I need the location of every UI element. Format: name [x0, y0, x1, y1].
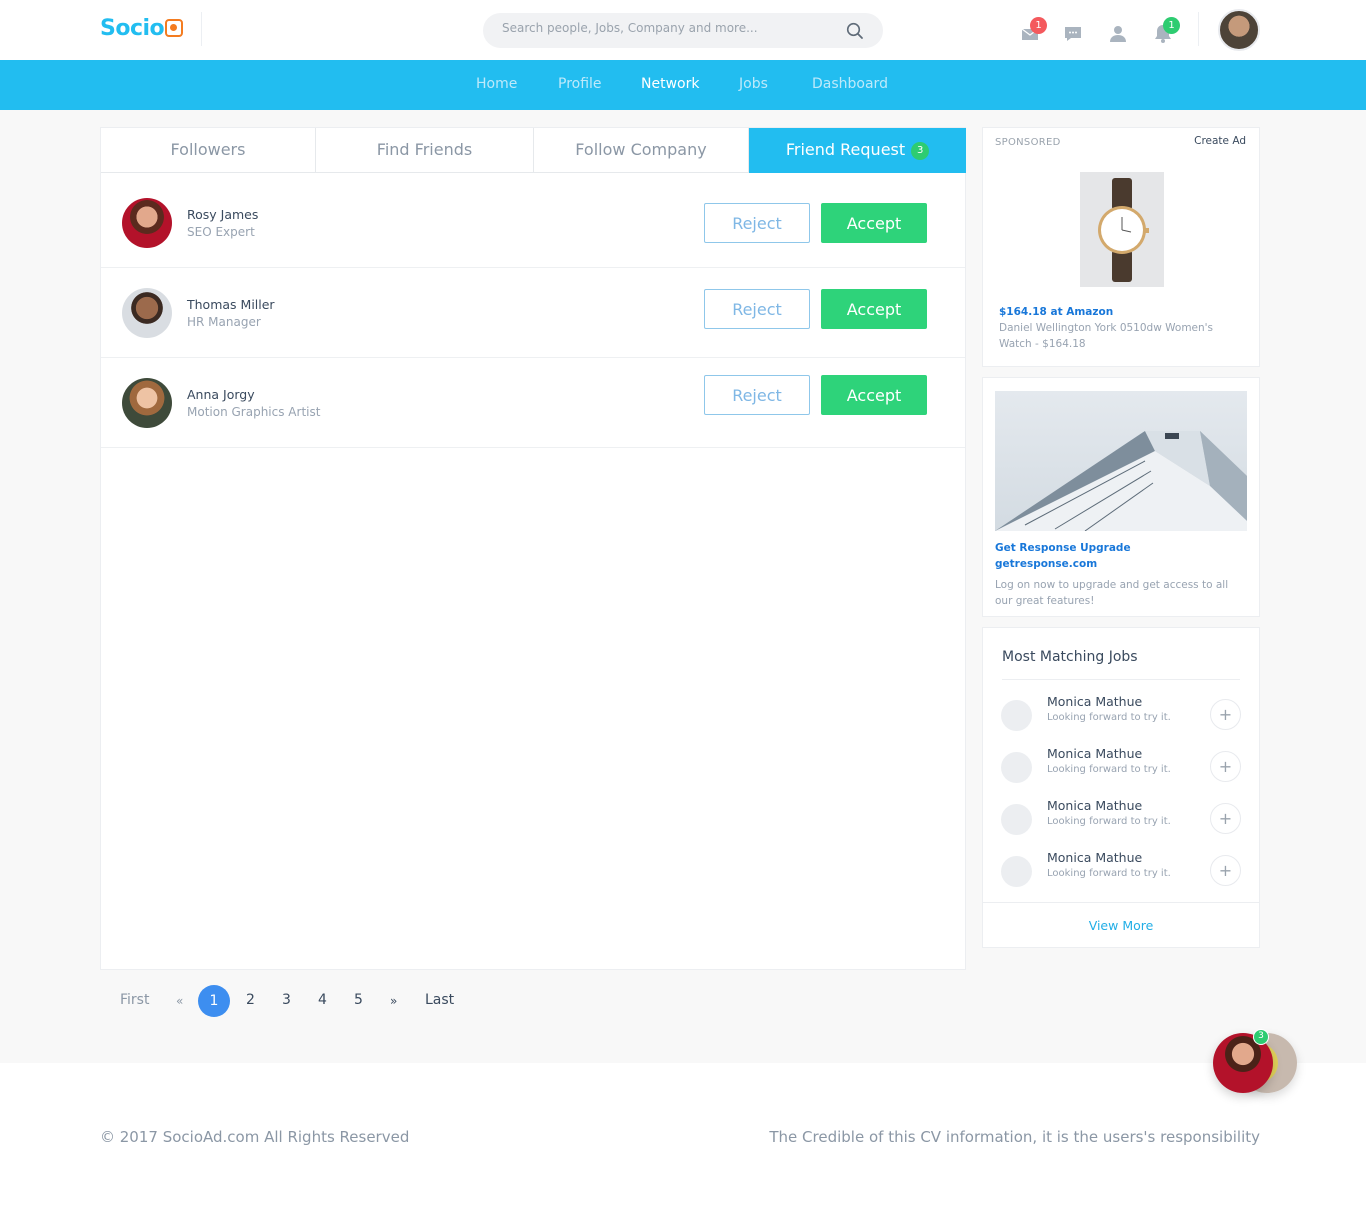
nav-profile[interactable]: Profile [558, 76, 602, 92]
avatar [1001, 804, 1032, 835]
friend-request-row: Rosy James SEO Expert Reject Accept [101, 178, 965, 268]
jobs-title: Most Matching Jobs [1002, 649, 1138, 665]
page-1[interactable]: 1 [198, 985, 230, 1017]
logo[interactable]: Socio [100, 16, 184, 41]
friend-request-row: Anna Jorgy Motion Graphics Artist Reject… [101, 358, 965, 448]
add-job-button[interactable]: + [1210, 855, 1241, 886]
nav-dashboard[interactable]: Dashboard [812, 76, 888, 92]
job-name: Monica Mathue [1047, 798, 1143, 813]
avatar [1001, 700, 1032, 731]
page-5[interactable]: 5 [354, 992, 363, 1008]
profile-icon[interactable] [1107, 22, 1129, 44]
job-item[interactable]: Monica Mathue Looking forward to try it.… [983, 694, 1259, 752]
avatar [122, 198, 172, 248]
notifications-icon[interactable]: 1 [1152, 17, 1180, 44]
reject-button[interactable]: Reject [704, 375, 810, 415]
divider [983, 902, 1259, 903]
divider [1198, 12, 1199, 46]
page-next[interactable]: » [390, 994, 397, 1008]
building-image[interactable] [995, 391, 1247, 531]
requester-name: Thomas Miller [187, 297, 275, 312]
sponsored-label: SPONSORED [995, 137, 1061, 148]
requester-role: HR Manager [187, 315, 261, 329]
page-3[interactable]: 3 [282, 992, 291, 1008]
job-item[interactable]: Monica Mathue Looking forward to try it.… [983, 798, 1259, 856]
requester-role: Motion Graphics Artist [187, 405, 321, 419]
job-name: Monica Mathue [1047, 850, 1143, 865]
nav-jobs[interactable]: Jobs [739, 76, 768, 92]
tab-find-friends[interactable]: Find Friends [316, 128, 534, 173]
chat-icon[interactable] [1062, 22, 1084, 44]
add-job-button[interactable]: + [1210, 699, 1241, 730]
getresponse-ad-card: Get Response Upgrade getresponse.com Log… [982, 377, 1260, 617]
nav-home[interactable]: Home [476, 76, 517, 92]
job-subtitle: Looking forward to try it. [1047, 764, 1171, 775]
footer-disclaimer: The Credible of this CV information, it … [769, 1128, 1260, 1146]
view-more-link[interactable]: View More [983, 918, 1259, 933]
tab-label: Followers [170, 140, 246, 159]
tab-label: Friend Request [785, 140, 906, 159]
accept-button[interactable]: Accept [821, 289, 927, 329]
main-nav: Home Profile Network Jobs Dashboard [0, 60, 1366, 110]
page-2[interactable]: 2 [246, 992, 255, 1008]
page-last[interactable]: Last [425, 992, 454, 1008]
watch-description: Daniel Wellington York 0510dw Women's Wa… [999, 322, 1214, 350]
add-job-button[interactable]: + [1210, 803, 1241, 834]
reject-button[interactable]: Reject [704, 289, 810, 329]
friend-request-count-badge: 3 [911, 142, 930, 160]
divider [1002, 679, 1240, 680]
getresponse-description: Log on now to upgrade and get access to … [995, 579, 1229, 607]
job-subtitle: Looking forward to try it. [1047, 816, 1171, 827]
job-name: Monica Mathue [1047, 746, 1143, 761]
sponsored-ad-card: SPONSORED Create Ad $164.18 at Amazon Da… [982, 127, 1260, 367]
notifications-badge: 1 [1163, 17, 1180, 34]
add-job-button[interactable]: + [1210, 751, 1241, 782]
job-item[interactable]: Monica Mathue Looking forward to try it.… [983, 850, 1259, 908]
matching-jobs-card: Most Matching Jobs Monica Mathue Looking… [982, 627, 1260, 948]
getresponse-title-link[interactable]: Get Response Upgrade [995, 542, 1131, 554]
tab-label: Find Friends [376, 140, 473, 159]
network-panel: Followers Find Friends Follow Company Fr… [100, 127, 966, 970]
avatar [1001, 752, 1032, 783]
requester-role: SEO Expert [187, 225, 255, 239]
friend-request-row: Thomas Miller HR Manager Reject Accept [101, 268, 965, 358]
search-icon[interactable] [846, 22, 864, 40]
accept-button[interactable]: Accept [821, 375, 927, 415]
tab-follow-company[interactable]: Follow Company [534, 128, 749, 173]
job-subtitle: Looking forward to try it. [1047, 868, 1171, 879]
job-name: Monica Mathue [1047, 694, 1143, 709]
accept-button[interactable]: Accept [821, 203, 927, 243]
job-subtitle: Looking forward to try it. [1047, 712, 1171, 723]
tab-friend-request[interactable]: Friend Request 3 [749, 128, 966, 173]
divider [201, 12, 202, 46]
requester-name: Anna Jorgy [187, 387, 255, 402]
search-input[interactable] [502, 21, 832, 35]
messages-icon[interactable]: 1 [1019, 17, 1047, 44]
reject-button[interactable]: Reject [704, 203, 810, 243]
tab-label: Follow Company [575, 140, 707, 159]
page-first[interactable]: First [120, 992, 149, 1008]
watch-price-link[interactable]: $164.18 at Amazon [999, 306, 1113, 318]
page-prev[interactable]: « [176, 994, 183, 1008]
user-avatar[interactable] [1218, 9, 1260, 51]
messages-badge: 1 [1030, 17, 1047, 34]
tab-followers[interactable]: Followers [101, 128, 316, 173]
search-bar [483, 13, 883, 48]
top-header: Socio 1 1 [0, 0, 1366, 60]
avatar [122, 378, 172, 428]
nav-network[interactable]: Network [641, 76, 699, 92]
logo-mark-icon [165, 19, 184, 37]
footer-copyright: © 2017 SocioAd.com All Rights Reserved [100, 1128, 410, 1146]
getresponse-domain-link[interactable]: getresponse.com [995, 558, 1097, 570]
avatar [1001, 856, 1032, 887]
job-item[interactable]: Monica Mathue Looking forward to try it.… [983, 746, 1259, 804]
watch-product-image[interactable] [1080, 172, 1164, 287]
page-4[interactable]: 4 [318, 992, 327, 1008]
avatar [122, 288, 172, 338]
create-ad-link[interactable]: Create Ad [1194, 135, 1246, 147]
chat-badge: 3 [1253, 1029, 1269, 1045]
requester-name: Rosy James [187, 207, 259, 222]
